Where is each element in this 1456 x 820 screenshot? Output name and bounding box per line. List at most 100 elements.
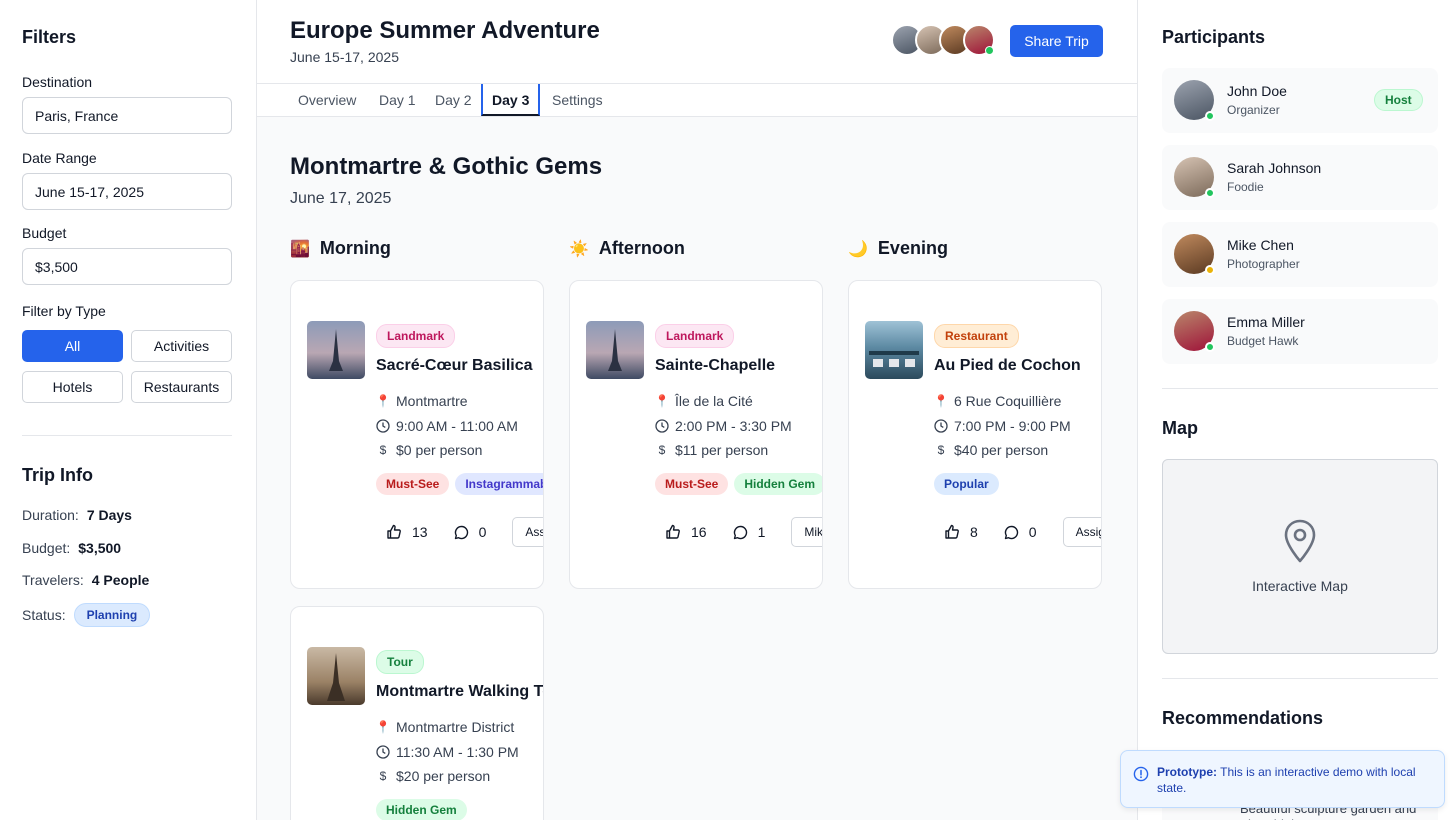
filters-sidebar: Filters Destination Date Range Budget Fi… (0, 0, 257, 820)
prototype-toast: Prototype: This is an interactive demo w… (1120, 750, 1445, 808)
category-badge: Tour (376, 650, 424, 674)
comment-button[interactable]: 0 (454, 524, 486, 540)
date-range-input[interactable] (22, 173, 232, 210)
participant-card[interactable]: Sarah Johnson Foodie (1162, 145, 1438, 210)
category-badge: Landmark (655, 324, 735, 348)
activity-card[interactable]: Landmark Sainte-Chapelle 📍 Île de la Cité… (569, 280, 823, 589)
filter-all-button[interactable]: All (22, 330, 123, 362)
comment-button[interactable]: 1 (733, 524, 765, 540)
tag: Must-See (655, 473, 729, 495)
budget-label: Budget (22, 225, 67, 241)
assign-select[interactable]: Assign to... (512, 517, 543, 547)
participant-name: John Doe (1227, 83, 1287, 99)
clock-icon (376, 745, 390, 759)
slot-afternoon-header: ☀️ Afternoon (569, 238, 685, 258)
day-tabs: Overview Day 1 Day 2 Day 3 Settings (257, 84, 1137, 117)
trip-title: Europe Summer Adventure (290, 17, 600, 44)
participant-card[interactable]: Mike Chen Photographer (1162, 222, 1438, 287)
like-button[interactable]: 8 (944, 524, 978, 540)
avatar (1174, 157, 1215, 198)
activity-name: Sacré-Cœur Basilica (376, 357, 533, 374)
pin-icon: 📍 (654, 394, 670, 408)
clock-icon (934, 419, 948, 433)
budget-input[interactable] (22, 248, 232, 285)
map-label: Interactive Map (1252, 578, 1348, 594)
tag: Hidden Gem (734, 473, 822, 495)
pin-icon: 📍 (375, 394, 391, 408)
divider (22, 435, 232, 436)
dollar-icon: $ (379, 443, 387, 457)
pin-icon: 📍 (375, 720, 391, 734)
day-title: Montmartre & Gothic Gems (290, 153, 603, 180)
trip-info-budget: Budget: $3,500 (22, 540, 122, 556)
card-actions: 13 0 Assign to... (386, 517, 543, 547)
toast-message: Prototype: This is an interactive demo w… (1157, 765, 1416, 795)
activity-time: 7:00 PM - 9:00 PM (934, 418, 1071, 434)
trip-header: Europe Summer Adventure June 15-17, 2025… (257, 0, 1137, 84)
tag-list: Hidden Gem (376, 799, 467, 820)
activity-name: Au Pied de Cochon (934, 357, 1081, 374)
thumbs-up-icon (666, 524, 680, 539)
filter-type-label: Filter by Type (22, 303, 106, 319)
comment-button[interactable]: 0 (1004, 524, 1037, 540)
activity-location: 📍 Montmartre District (375, 719, 515, 735)
activity-time: 9:00 AM - 11:00 AM (376, 418, 518, 434)
tag-list: Popular (934, 473, 999, 495)
activity-price: $ $40 per person (934, 442, 1049, 458)
sun-icon: ☀️ (569, 240, 589, 258)
map-title: Map (1162, 418, 1198, 438)
destination-input[interactable] (22, 97, 232, 134)
participant-card[interactable]: John Doe Organizer Host (1162, 68, 1438, 133)
interactive-map[interactable]: Interactive Map (1162, 459, 1438, 654)
avatar (1174, 234, 1215, 275)
avatar (1174, 80, 1215, 121)
tab-overview[interactable]: Overview (298, 84, 356, 116)
tab-day-3[interactable]: Day 3 (481, 84, 541, 116)
online-indicator (1205, 188, 1215, 198)
activity-time: 11:30 AM - 1:30 PM (376, 744, 519, 760)
card-actions: 8 0 Assign to... (944, 517, 1101, 547)
participant-name: Emma Miller (1227, 314, 1305, 330)
assign-select[interactable]: Mike Chen (791, 517, 822, 547)
divider (1162, 388, 1438, 389)
comment-icon (733, 525, 747, 539)
tag-list: Must-See Instagrammable (376, 473, 543, 495)
participant-card[interactable]: Emma Miller Budget Hawk (1162, 299, 1438, 364)
filters-title: Filters (22, 27, 77, 47)
thumbs-up-icon (387, 524, 401, 539)
tab-settings[interactable]: Settings (552, 84, 603, 116)
clock-icon (376, 419, 390, 433)
activity-card[interactable]: Restaurant Au Pied de Cochon 📍 6 Rue Coqu… (848, 280, 1102, 589)
dollar-icon: $ (379, 769, 387, 783)
filter-activities-button[interactable]: Activities (131, 330, 232, 362)
avatar (1174, 311, 1215, 352)
avatar (963, 24, 995, 56)
activity-card[interactable]: Tour Montmartre Walking Tour 📍Montmartre… (290, 606, 544, 820)
participant-role: Foodie (1227, 180, 1264, 194)
info-icon (1133, 766, 1149, 782)
participant-avatars[interactable] (891, 24, 995, 56)
online-indicator (985, 46, 994, 55)
assign-select[interactable]: Assign to... (1062, 517, 1101, 547)
away-indicator (1205, 265, 1215, 275)
slot-evening-header: 🌙 Evening (848, 238, 948, 258)
dollar-icon: $ (658, 443, 666, 457)
activity-card[interactable]: Landmark Sacré-Cœur Basilica 📍 Montmartre… (290, 280, 544, 589)
trip-info-duration: Duration: 7 Days (22, 507, 132, 523)
dollar-icon: $ (937, 443, 945, 457)
share-trip-button[interactable]: Share Trip (1010, 25, 1103, 57)
participant-role: Budget Hawk (1227, 334, 1299, 348)
activity-time: 2:00 PM - 3:30 PM (655, 418, 792, 434)
tab-day-2[interactable]: Day 2 (435, 84, 472, 116)
like-button[interactable]: 16 (665, 524, 707, 540)
filter-hotels-button[interactable]: Hotels (22, 371, 123, 403)
tag: Instagrammable (455, 473, 543, 495)
participant-name: Mike Chen (1227, 237, 1294, 253)
trip-info-status: Status: Planning (22, 603, 151, 627)
eiffel-thumbnail (586, 321, 644, 379)
status-badge: Planning (73, 603, 151, 627)
filter-restaurants-button[interactable]: Restaurants (131, 371, 232, 403)
tab-day-1[interactable]: Day 1 (379, 84, 416, 116)
tag: Popular (934, 473, 999, 495)
like-button[interactable]: 13 (386, 524, 428, 540)
